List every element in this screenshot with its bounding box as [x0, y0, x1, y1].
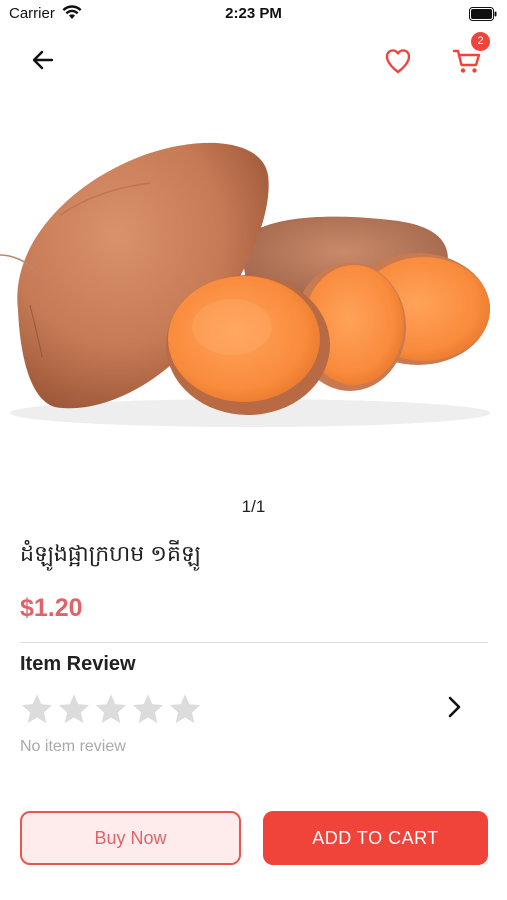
- star-icon: [95, 694, 127, 724]
- product-name: ដំឡូងផ្អាក្រហម ១គីឡូ: [20, 541, 201, 566]
- reviews-chevron-button[interactable]: [440, 690, 470, 724]
- rating-stars: [20, 692, 202, 726]
- review-section-title: Item Review: [20, 653, 136, 675]
- back-button[interactable]: [26, 44, 62, 76]
- divider: [20, 642, 488, 643]
- heart-icon: [385, 49, 411, 74]
- arrow-left-icon: [32, 50, 54, 70]
- no-review-text: No item review: [20, 738, 126, 755]
- chevron-right-icon: [448, 696, 461, 718]
- status-bar: Carrier 2:23 PM: [0, 0, 507, 28]
- star-icon: [169, 694, 201, 724]
- buy-now-button[interactable]: Buy Now: [20, 811, 241, 865]
- nav-bar: [0, 34, 507, 86]
- cart-count-badge: 2: [471, 32, 490, 51]
- star-icon: [132, 694, 164, 724]
- star-icon: [58, 694, 90, 724]
- product-image[interactable]: [0, 95, 507, 485]
- status-time: 2:23 PM: [225, 5, 282, 22]
- favorite-button[interactable]: [380, 44, 416, 78]
- product-price: $1.20: [20, 594, 83, 622]
- image-counter: 1/1: [241, 497, 266, 516]
- battery-icon: [469, 7, 497, 26]
- add-to-cart-button[interactable]: ADD TO CART: [263, 811, 488, 865]
- star-icon: [21, 694, 53, 724]
